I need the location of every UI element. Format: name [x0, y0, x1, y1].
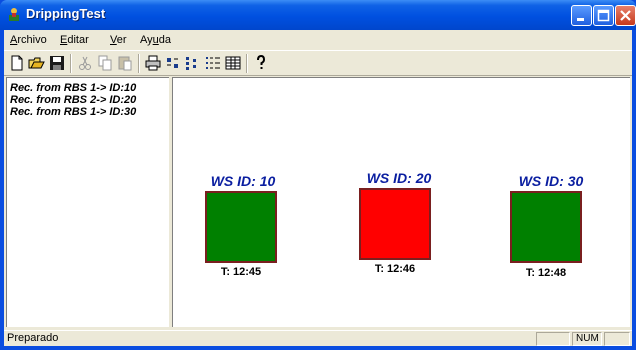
menu-editar[interactable]: Editar [60, 34, 89, 46]
stations-view[interactable]: WS ID: 10 T: 12:45 WS ID: 20 T: 12:46 WS… [172, 77, 630, 327]
log-line: Rec. from RBS 1-> ID:10 [10, 82, 137, 94]
app-icon [6, 7, 22, 23]
toolbar [4, 50, 632, 76]
small-icons-icon[interactable] [184, 54, 202, 72]
log-line: Rec. from RBS 1-> ID:30 [10, 106, 137, 118]
save-icon[interactable] [48, 54, 66, 72]
menu-ver[interactable]: Ver [110, 34, 127, 46]
window-frame [0, 346, 636, 350]
copy-icon[interactable] [96, 54, 114, 72]
minimize-icon [577, 18, 584, 21]
station-label: WS ID: 20 [366, 170, 432, 186]
station-indicator [205, 191, 277, 263]
status-indicator-num: NUM [572, 332, 602, 346]
minimize-button[interactable] [571, 5, 592, 26]
paste-icon[interactable] [116, 54, 134, 72]
new-icon[interactable] [8, 54, 26, 72]
toolbar-separator [246, 54, 248, 73]
maximize-icon [597, 9, 610, 22]
station-time: T: 12:45 [220, 266, 262, 278]
log-list: Rec. from RBS 1-> ID:10 Rec. from RBS 2-… [7, 78, 169, 118]
station-indicator [510, 191, 582, 263]
menu-archivo[interactable]: Archivo [10, 34, 47, 46]
status-indicator-scroll [604, 332, 630, 346]
status-text: Preparado [7, 332, 59, 344]
status-indicator-caps [536, 332, 570, 346]
toolbar-separator [138, 54, 140, 73]
station-time: T: 12:48 [525, 267, 567, 279]
status-bar: Preparado NUM [4, 330, 632, 347]
client-area: Archivo Editar Ver Ayuda Rec. from RBS 1… [4, 30, 632, 346]
menu-ayuda[interactable]: Ayuda [140, 34, 171, 46]
help-icon[interactable] [252, 54, 270, 72]
large-icons-icon[interactable] [164, 54, 182, 72]
log-pane[interactable]: Rec. from RBS 1-> ID:10 Rec. from RBS 2-… [6, 77, 169, 327]
window-title: DrippingTest [26, 6, 106, 21]
station-indicator [359, 188, 431, 260]
app-window: DrippingTest Archivo Editar Ver Ayuda Re… [0, 0, 636, 350]
menu-bar: Archivo Editar Ver Ayuda [4, 30, 632, 50]
print-icon[interactable] [144, 54, 162, 72]
cut-icon[interactable] [76, 54, 94, 72]
close-icon [620, 10, 631, 21]
maximize-button[interactable] [593, 5, 614, 26]
title-bar[interactable]: DrippingTest [0, 0, 636, 30]
station-label: WS ID: 10 [210, 173, 276, 189]
close-button[interactable] [615, 5, 636, 26]
station-time: T: 12:46 [374, 263, 416, 275]
station-label: WS ID: 30 [518, 173, 584, 189]
toolbar-separator [70, 54, 72, 73]
list-icon[interactable] [204, 54, 222, 72]
open-icon[interactable] [28, 54, 46, 72]
details-icon[interactable] [224, 54, 242, 72]
log-line: Rec. from RBS 2-> ID:20 [10, 94, 137, 106]
